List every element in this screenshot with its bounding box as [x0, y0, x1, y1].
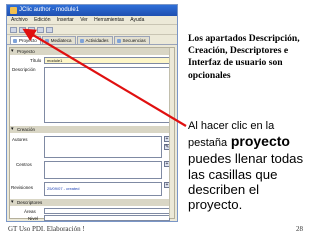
body-keyword: proyecto — [230, 133, 290, 150]
level-label: Nivel — [28, 216, 39, 221]
authors-list[interactable] — [44, 136, 162, 158]
subjects-input[interactable] — [44, 208, 170, 214]
revision-entry[interactable]: 25/09/07 - created — [47, 186, 79, 191]
menu-item-insertar[interactable]: Insertar — [57, 17, 74, 23]
body-part-1: Al hacer clic en la — [188, 120, 275, 132]
new-icon[interactable] — [10, 27, 17, 33]
open-icon[interactable] — [19, 27, 26, 33]
save-icon[interactable] — [28, 27, 35, 33]
slide-footer-left: GT Uso PDI. Elaboración ! — [8, 225, 85, 233]
section-descriptores[interactable]: Descriptores — [10, 199, 174, 206]
menu-item-edicion[interactable]: Edición — [34, 17, 50, 23]
section-creacion[interactable]: Creación — [10, 126, 174, 133]
tab-bar: Proyecto Mediateca Actividades Secuencia… — [7, 35, 177, 45]
menu-bar: Archivo Edición Insertar Ver Herramienta… — [7, 16, 177, 25]
form-scrollbar[interactable] — [169, 48, 174, 218]
body-part-2: pestaña — [188, 137, 228, 150]
body-part-3: puedes llenar todas las casillas que des… — [188, 151, 304, 213]
window-titlebar: JClic author - module1 — [7, 5, 177, 16]
authors-label: Autores — [12, 137, 28, 142]
menu-item-ayuda[interactable]: Ayuda — [130, 17, 144, 23]
app-window: JClic author - module1 Archivo Edición I… — [6, 4, 178, 222]
menu-item-herramientas[interactable]: Herramientas — [94, 17, 124, 23]
title-value: module1 — [47, 58, 63, 63]
title-input[interactable]: module1 — [44, 57, 170, 64]
description-textarea[interactable] — [44, 67, 170, 123]
toolbar — [7, 25, 177, 35]
title-label: Título — [30, 58, 42, 63]
section-proyecto[interactable]: Proyecto — [10, 48, 174, 55]
tab-mediateca[interactable]: Mediateca — [41, 36, 76, 44]
slide-page-number: 28 — [296, 225, 303, 233]
app-icon — [10, 7, 17, 14]
subjects-label: Áreas — [24, 209, 36, 214]
description-label: Descripción — [12, 67, 36, 72]
tab-actividades[interactable]: Actividades — [76, 36, 113, 44]
menu-item-ver[interactable]: Ver — [80, 17, 88, 23]
tab-secuencias[interactable]: Secuencias — [113, 36, 150, 44]
menu-item-archivo[interactable]: Archivo — [11, 17, 28, 23]
centers-list[interactable] — [44, 161, 162, 179]
project-form: Proyecto Título module1 Descripción Crea… — [9, 47, 175, 221]
centers-label: Centros — [16, 162, 32, 167]
play-icon[interactable] — [37, 27, 44, 33]
window-title: JClic author - module1 — [19, 7, 80, 13]
revisions-label: Revisiones — [11, 185, 34, 190]
help-icon[interactable] — [46, 27, 53, 33]
slide-body-text: Al hacer clic en la pestaña proyecto pue… — [188, 117, 316, 212]
slide-intro-text: Los apartados Descripción, Creación, Des… — [188, 33, 300, 81]
revisions-list[interactable]: 25/09/07 - created — [44, 182, 162, 196]
level-input[interactable] — [44, 215, 170, 221]
tab-proyecto[interactable]: Proyecto — [10, 36, 41, 44]
